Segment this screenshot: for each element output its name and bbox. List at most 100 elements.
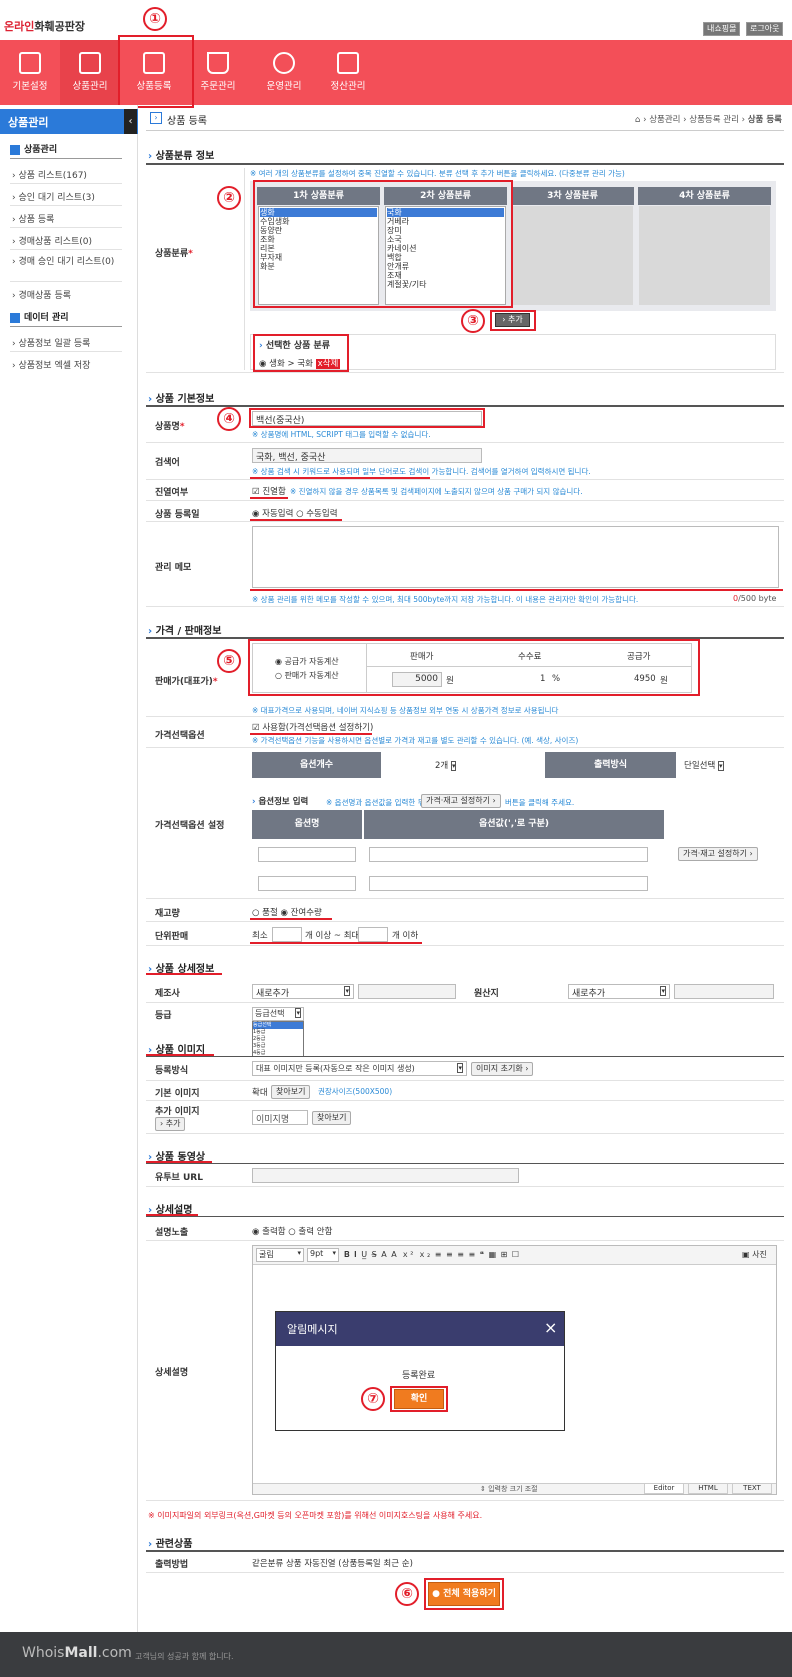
marker-5: ⑤ xyxy=(217,649,241,673)
select-value: 대표 이미지만 등록(자동으로 작은 이미지 생성) xyxy=(256,1064,415,1073)
stock-radios[interactable]: ○ 품절 ◉ 잔여수량 xyxy=(252,906,322,918)
nav-label: 운영관리 xyxy=(266,81,302,92)
out-mode-select[interactable]: 단일선택 ▾ xyxy=(684,759,724,771)
related-value: 같은분류 상품 자동진열 (상품등록일 최근 순) xyxy=(252,1559,413,1569)
tab-text[interactable]: TEXT xyxy=(732,1483,772,1494)
extra-image-label: 추가 이미지 xyxy=(155,1107,200,1117)
base-image-zoom[interactable]: 확대 xyxy=(252,1086,268,1098)
divider xyxy=(146,898,784,899)
logo[interactable]: 온라인화훼공판장 xyxy=(4,18,85,34)
reg-auto: 자동입력 xyxy=(262,509,294,519)
origin-input[interactable] xyxy=(674,984,774,999)
base-image-note: 권장사이즈(500X500) xyxy=(318,1087,393,1096)
divider xyxy=(146,921,784,922)
image-reset-button[interactable]: 이미지 초기화 › xyxy=(471,1062,534,1076)
photo-button[interactable]: ▣ 사진 xyxy=(742,1249,767,1260)
opt-count-select[interactable]: 2개 ▾ xyxy=(435,759,457,771)
sidebar-collapse-button[interactable]: ‹ xyxy=(124,109,137,134)
tab-html[interactable]: HTML xyxy=(688,1483,728,1494)
marker-7: ⑦ xyxy=(361,1387,385,1411)
category-note: ※ 여러 개의 상품분류를 설정하여 중복 진열할 수 있습니다. 분류 선택 … xyxy=(250,169,625,178)
base-image-browse-button[interactable]: 찾아보기 xyxy=(271,1085,311,1099)
chevron-down-icon: ▾ xyxy=(717,761,724,771)
grade-option[interactable]: 등급선택 xyxy=(253,1022,303,1029)
opt-value-input-2[interactable] xyxy=(369,876,648,891)
search-input[interactable]: 국화, 백선, 중국산 xyxy=(252,448,482,463)
category-list-3[interactable] xyxy=(512,206,633,305)
show-yes: 출력함 xyxy=(262,1227,286,1237)
grade-dropdown[interactable]: 등급선택 1등급 2등급 3등급 4등급 xyxy=(252,1021,304,1057)
opt-set-button[interactable]: 가격·재고 설정하기 › xyxy=(678,847,758,861)
display-checkbox[interactable]: ☑ 진열함 xyxy=(252,485,286,497)
divider xyxy=(146,1500,784,1501)
reg-manual: 수동입력 xyxy=(306,509,338,519)
nav-operation-management[interactable]: 운영관리 xyxy=(254,40,314,105)
desc-show-radios[interactable]: ◉ 출력함 ○ 출력 안함 xyxy=(252,1225,332,1237)
nav-settlement-management[interactable]: 정산관리 xyxy=(318,40,378,105)
sidebar-item-bulk-register[interactable]: › 상품정보 일괄 등록 xyxy=(12,336,90,349)
extra-image-add-button[interactable]: › 추가 xyxy=(155,1117,186,1131)
option-set-label: 가격선택옵션 설정 xyxy=(155,821,225,831)
opt-info-title-text: 옵션정보 입력 xyxy=(258,797,309,807)
youtube-label: 유투브 URL xyxy=(155,1173,203,1183)
regday-radios[interactable]: ◉ 자동입력 ○ 수동입력 xyxy=(252,507,338,519)
sidebar-item-product-register[interactable]: › 상품 등록 xyxy=(12,212,54,225)
grade-option[interactable]: 3등급 xyxy=(253,1043,303,1050)
opt-value-input-1[interactable] xyxy=(369,847,648,862)
monitor-icon xyxy=(19,52,41,74)
divider xyxy=(10,326,122,327)
size-select[interactable]: 9pt ▾ xyxy=(307,1248,339,1262)
search-label: 검색어 xyxy=(155,458,180,468)
category-list-4[interactable] xyxy=(639,206,770,305)
breadcrumb-2[interactable]: 상품등록 관리 xyxy=(689,115,739,125)
grade-select[interactable]: 등급선택 ▾ xyxy=(252,1007,304,1021)
youtube-url-input[interactable] xyxy=(252,1168,519,1183)
extra-image-name-input[interactable]: 이미지명 xyxy=(252,1110,308,1125)
grade-option[interactable]: 1등급 xyxy=(253,1029,303,1036)
origin-label: 원산지 xyxy=(474,989,499,999)
search-note: ※ 상품 검색 시 키워드로 사용되며 일부 단어로도 검색이 가능합니다. 검… xyxy=(252,467,591,476)
divider xyxy=(146,479,784,480)
label-text: 상품명 xyxy=(155,422,180,432)
breadcrumb-1[interactable]: 상품관리 xyxy=(649,115,680,125)
extra-image-browse-button[interactable]: 찾아보기 xyxy=(312,1111,352,1125)
origin-select[interactable]: 새로추가 ▾ xyxy=(568,984,670,999)
image-mode-select[interactable]: 대표 이미지만 등록(자동으로 작은 이미지 생성) ▾ xyxy=(252,1061,467,1076)
logout-link[interactable]: 로그아웃 xyxy=(746,22,784,36)
sidebar-item-product-list[interactable]: › 상품 리스트(167) xyxy=(12,168,87,181)
sidebar-item-auction-register[interactable]: › 경매상품 등록 xyxy=(12,288,71,301)
unit-min-input[interactable] xyxy=(272,927,302,942)
select-value: 2개 xyxy=(435,761,449,771)
nav-order-management[interactable]: 주문관리 xyxy=(188,40,248,105)
unit-max-input[interactable] xyxy=(358,927,388,942)
sidebar-item-pending-list[interactable]: › 승인 대기 리스트(3) xyxy=(12,190,95,203)
price-note: ※ 대표가격으로 사용되며, 네이버 지식쇼핑 등 상품정보 외부 연동 시 상… xyxy=(252,706,559,715)
maker-input[interactable] xyxy=(358,984,456,999)
resize-handle[interactable]: ⇕ 입력창 크기 조절 xyxy=(480,1484,538,1494)
nav-product-management[interactable]: 상품관리 xyxy=(60,40,120,105)
tab-editor[interactable]: Editor xyxy=(644,1483,684,1494)
close-icon[interactable]: × xyxy=(544,1318,557,1337)
page-title-icon: › xyxy=(150,112,162,124)
section-rule xyxy=(146,163,784,165)
sidebar-item-label: 상품정보 엑셀 저장 xyxy=(18,361,91,371)
option-checkbox[interactable]: ☑ 사용함(가격선택옵션 설정하기) xyxy=(252,721,373,733)
opt-name-input-2[interactable] xyxy=(258,876,356,891)
sidebar-item-auction-pending[interactable]: › 경매 승인 대기 리스트(0) xyxy=(12,256,124,268)
opt-name-input-1[interactable] xyxy=(258,847,356,862)
opt-info-title: › 옵션정보 입력 xyxy=(252,797,309,807)
format-buttons[interactable]: 𝐁 𝐈 U̲ S̶ A A ｘ² ｘ₂ ≡ ≡ ≡ ≡ ❝ ▦ ⊞ ☐ xyxy=(344,1249,520,1260)
sidebar-item-excel-save[interactable]: › 상품정보 엑셀 저장 xyxy=(12,358,90,371)
display-note: ※ 진열하지 않을 경우 상품목록 및 검색페이지에 노출되지 않으며 상품 구… xyxy=(290,487,583,496)
memo-textarea[interactable] xyxy=(252,526,779,588)
sidebar-item-label: 경매 승인 대기 리스트(0) xyxy=(18,257,115,267)
maker-select[interactable]: 새로추가 ▾ xyxy=(252,984,354,999)
my-mall-link[interactable]: 내쇼핑몰 xyxy=(703,22,741,36)
breadcrumb-3: 상품 등록 xyxy=(747,115,782,125)
grade-option[interactable]: 2등급 xyxy=(253,1036,303,1043)
sidebar-item-auction-list[interactable]: › 경매상품 리스트(0) xyxy=(12,234,92,247)
opt-info-inline-button[interactable]: 가격·재고 설정하기 › xyxy=(421,794,501,808)
nav-basic-settings[interactable]: 기본설정 xyxy=(0,40,60,105)
font-select[interactable]: 굴림 ▾ xyxy=(256,1248,304,1262)
product-name-label: 상품명* xyxy=(155,422,185,432)
